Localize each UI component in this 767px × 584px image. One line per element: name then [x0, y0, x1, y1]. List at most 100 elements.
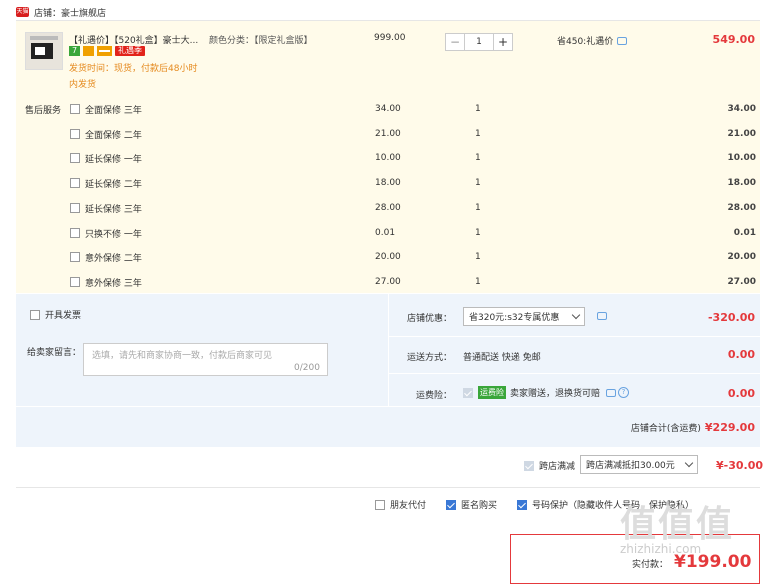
service-price: 28.00: [375, 203, 401, 213]
chat-bubble-icon[interactable]: [617, 36, 628, 45]
service-checkbox[interactable]: [70, 178, 80, 188]
thumbnail-bar: [30, 36, 58, 40]
shop-subtotal-amount: ¥229.00: [704, 421, 755, 434]
product-title-link[interactable]: 【礼遇价】【520礼盒】豪士大...: [69, 33, 207, 46]
product-total: 549.00: [712, 33, 755, 46]
product-thumbnail[interactable]: [25, 32, 63, 70]
savings-text: 省450:礼遇价: [557, 37, 614, 47]
savings-info: 省450:礼遇价: [557, 34, 628, 47]
service-sum: 28.00: [727, 203, 756, 213]
shop-name-link[interactable]: 豪士旗舰店: [61, 6, 106, 19]
service-price: 21.00: [375, 129, 401, 139]
cross-store-select[interactable]: 跨店满减抵扣30.00元: [580, 455, 698, 474]
service-row: 意外保修 二年 20.00 1 20.00: [70, 250, 756, 264]
anonymous-label: 匿名购买: [461, 501, 498, 511]
anonymous-checkbox[interactable]: [446, 499, 457, 510]
qty-minus-button[interactable]: −: [445, 33, 465, 51]
divider: [388, 294, 389, 406]
number-protect-checkbox[interactable]: [517, 499, 528, 510]
shop-discount-select[interactable]: 省320元:s32专属优惠: [463, 307, 585, 326]
shop-subtotal: 店铺合计(含运费) ¥229.00: [631, 421, 755, 434]
insurance-badge: 运费险: [478, 386, 506, 399]
tmall-logo-icon: 天猫: [16, 7, 29, 17]
service-price: 27.00: [375, 277, 401, 287]
service-qty: 1: [475, 277, 481, 287]
service-row: 延长保修 一年 10.00 1 10.00: [70, 151, 756, 165]
service-sum: 20.00: [727, 252, 756, 262]
service-checkbox[interactable]: [70, 252, 80, 262]
invoice-option[interactable]: 开具发票: [30, 308, 81, 321]
watermark-url: zhizhizhi.com: [620, 542, 702, 556]
service-name: 延长保修 二年: [85, 179, 142, 190]
service-name: 延长保修 三年: [85, 204, 142, 215]
service-name: 意外保修 三年: [85, 278, 142, 289]
friend-pay-option[interactable]: 朋友代付: [375, 498, 426, 511]
service-sum: 18.00: [727, 178, 756, 188]
service-sum: 0.01: [733, 228, 756, 238]
invoice-checkbox[interactable]: [30, 309, 40, 320]
unit-price: 999.00: [374, 33, 406, 43]
chevron-down-icon: [684, 458, 694, 468]
insurance-label: 运费险：: [416, 391, 453, 401]
service-sum: 27.00: [727, 277, 756, 287]
delivery-label: 运送方式：: [407, 353, 453, 363]
credit-card-icon[interactable]: [97, 46, 112, 56]
message-char-count: 0/200: [294, 363, 320, 373]
cross-store-checkbox[interactable]: [524, 460, 534, 471]
insurance-checkbox[interactable]: [463, 387, 473, 398]
service-sum: 10.00: [727, 153, 756, 163]
seven-day-return-icon[interactable]: 7: [69, 46, 80, 56]
service-row: 只换不修 一年 0.01 1 0.01: [70, 226, 756, 240]
service-sum: 21.00: [727, 129, 756, 139]
cross-store-selected: 跨店满减抵扣30.00元: [586, 461, 675, 471]
service-row: 延长保修 二年 18.00 1 18.00: [70, 176, 756, 190]
shop-label: 店铺：: [34, 8, 62, 19]
service-price: 20.00: [375, 252, 401, 262]
quantity-stepper: − 1 +: [445, 33, 513, 51]
shop-discount-amount: -320.00: [707, 311, 755, 324]
friend-pay-label: 朋友代付: [390, 501, 427, 511]
delivery-value: 普通配送 快递 免邮: [463, 353, 541, 363]
service-sum: 34.00: [727, 104, 756, 114]
message-placeholder: 选填，请先和商家协商一致，付款后商家可见: [92, 351, 273, 361]
service-name: 全面保修 二年: [85, 130, 142, 141]
cross-store-amount: ¥-30.00: [715, 459, 763, 472]
chat-bubble-icon[interactable]: [597, 312, 607, 320]
service-checkbox[interactable]: [70, 277, 80, 287]
insurance-value: 卖家赠送，退换货可赔: [510, 389, 601, 399]
service-checkbox[interactable]: [70, 129, 80, 139]
shield-icon[interactable]: [83, 46, 94, 56]
service-row: 延长保修 三年 28.00 1 28.00: [70, 201, 756, 215]
divider: [389, 373, 760, 374]
service-price: 0.01: [375, 228, 396, 238]
service-qty: 1: [475, 129, 481, 139]
help-icon[interactable]: ?: [618, 387, 630, 398]
divider: [389, 336, 760, 337]
product-sku: 颜色分类：【限定礼盒版】: [209, 36, 313, 46]
service-row: 全面保修 三年 34.00 1 34.00: [70, 102, 756, 116]
service-name: 全面保修 三年: [85, 105, 142, 116]
service-checkbox[interactable]: [70, 153, 80, 163]
qty-plus-button[interactable]: +: [493, 33, 513, 51]
service-checkbox[interactable]: [70, 203, 80, 213]
service-checkbox[interactable]: [70, 228, 80, 238]
cross-store-option: 跨店满减: [524, 459, 575, 472]
qty-input[interactable]: 1: [465, 33, 493, 51]
service-label: 售后服务: [25, 106, 62, 116]
gift-season-badge[interactable]: 礼遇季: [115, 46, 145, 56]
service-qty: 1: [475, 203, 481, 213]
service-checkbox[interactable]: [70, 104, 80, 114]
chevron-down-icon: [571, 310, 581, 320]
chat-bubble-icon[interactable]: [606, 388, 617, 397]
anonymous-option[interactable]: 匿名购买: [446, 498, 497, 511]
shop-discount-selected: 省320元:s32专属优惠: [469, 313, 560, 323]
invoice-label: 开具发票: [45, 311, 82, 321]
thumbnail-device-screen: [35, 47, 45, 55]
ship-time-cont: 内发货: [69, 80, 97, 90]
delivery-amount: 0.00: [727, 348, 755, 361]
cross-store-label: 跨店满减: [539, 462, 576, 472]
friend-pay-checkbox[interactable]: [375, 499, 385, 510]
service-row: 全面保修 二年 21.00 1 21.00: [70, 127, 756, 141]
service-qty: 1: [475, 228, 481, 238]
service-price: 18.00: [375, 178, 401, 188]
